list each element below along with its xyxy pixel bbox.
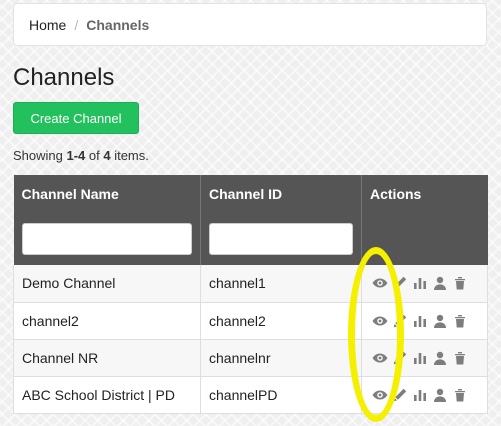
edit-icon[interactable] <box>392 387 408 403</box>
table-row: Demo Channel channel1 <box>13 265 488 303</box>
view-icon[interactable] <box>372 387 388 403</box>
stats-icon[interactable] <box>412 350 428 366</box>
channel-name-cell: Channel NR <box>13 339 201 377</box>
user-icon[interactable] <box>432 350 448 366</box>
channel-id-cell: channelPD <box>200 376 362 414</box>
table-header-row: Channel Name Channel ID Actions <box>13 175 488 213</box>
delete-icon[interactable] <box>452 350 468 366</box>
view-icon[interactable] <box>372 313 388 329</box>
channel-name-cell: Demo Channel <box>13 265 201 303</box>
delete-icon[interactable] <box>452 313 468 329</box>
summary-range: 1-4 <box>66 148 86 163</box>
breadcrumb: Home / Channels <box>13 3 487 46</box>
channel-id-cell: channel1 <box>200 265 362 303</box>
view-icon[interactable] <box>372 275 388 291</box>
edit-icon[interactable] <box>392 350 408 366</box>
user-icon[interactable] <box>432 387 448 403</box>
edit-icon[interactable] <box>392 275 408 291</box>
summary-prefix: Showing <box>13 148 67 163</box>
channel-name-cell: channel2 <box>13 302 201 340</box>
actions-cell <box>361 339 488 377</box>
results-summary: Showing 1-4 of 4 items. <box>13 148 149 163</box>
edit-icon[interactable] <box>392 313 408 329</box>
delete-icon[interactable] <box>452 387 468 403</box>
breadcrumb-separator: / <box>74 16 79 33</box>
channel-id-cell: channelnr <box>200 339 362 377</box>
channel-id-cell: channel2 <box>200 302 362 340</box>
stats-icon[interactable] <box>412 275 428 291</box>
user-icon[interactable] <box>432 275 448 291</box>
summary-total: 4 <box>103 148 111 163</box>
actions-cell <box>361 302 488 340</box>
table-row: Channel NR channelnr <box>13 339 488 377</box>
delete-icon[interactable] <box>452 275 468 291</box>
actions-cell <box>361 376 488 414</box>
filter-row <box>13 213 488 265</box>
filter-cell-name <box>13 213 201 265</box>
channel-id-filter-input[interactable] <box>209 223 353 255</box>
column-header-channel-id[interactable]: Channel ID <box>200 175 362 213</box>
channel-name-filter-input[interactable] <box>21 223 192 255</box>
view-icon[interactable] <box>372 350 388 366</box>
table-row: channel2 channel2 <box>13 302 488 340</box>
summary-suffix: items. <box>110 148 149 163</box>
table-row: ABC School District | PD channelPD <box>13 376 488 414</box>
table-body: Demo Channel channel1 channel2 channel2 … <box>13 265 488 414</box>
breadcrumb-home-link[interactable]: Home <box>29 17 66 33</box>
filter-cell-actions <box>361 213 488 265</box>
filter-cell-id <box>200 213 362 265</box>
breadcrumb-current: Channels <box>86 16 150 33</box>
actions-cell <box>361 265 488 303</box>
column-header-actions: Actions <box>361 175 488 213</box>
page-title: Channels <box>13 64 115 91</box>
create-channel-button[interactable]: Create Channel <box>13 102 139 134</box>
channels-table: Channel Name Channel ID Actions Demo Cha… <box>13 175 488 414</box>
stats-icon[interactable] <box>412 387 428 403</box>
column-header-channel-name[interactable]: Channel Name <box>13 175 201 213</box>
channel-name-cell: ABC School District | PD <box>13 376 201 414</box>
stats-icon[interactable] <box>412 313 428 329</box>
summary-middle: of <box>85 148 104 163</box>
user-icon[interactable] <box>432 313 448 329</box>
